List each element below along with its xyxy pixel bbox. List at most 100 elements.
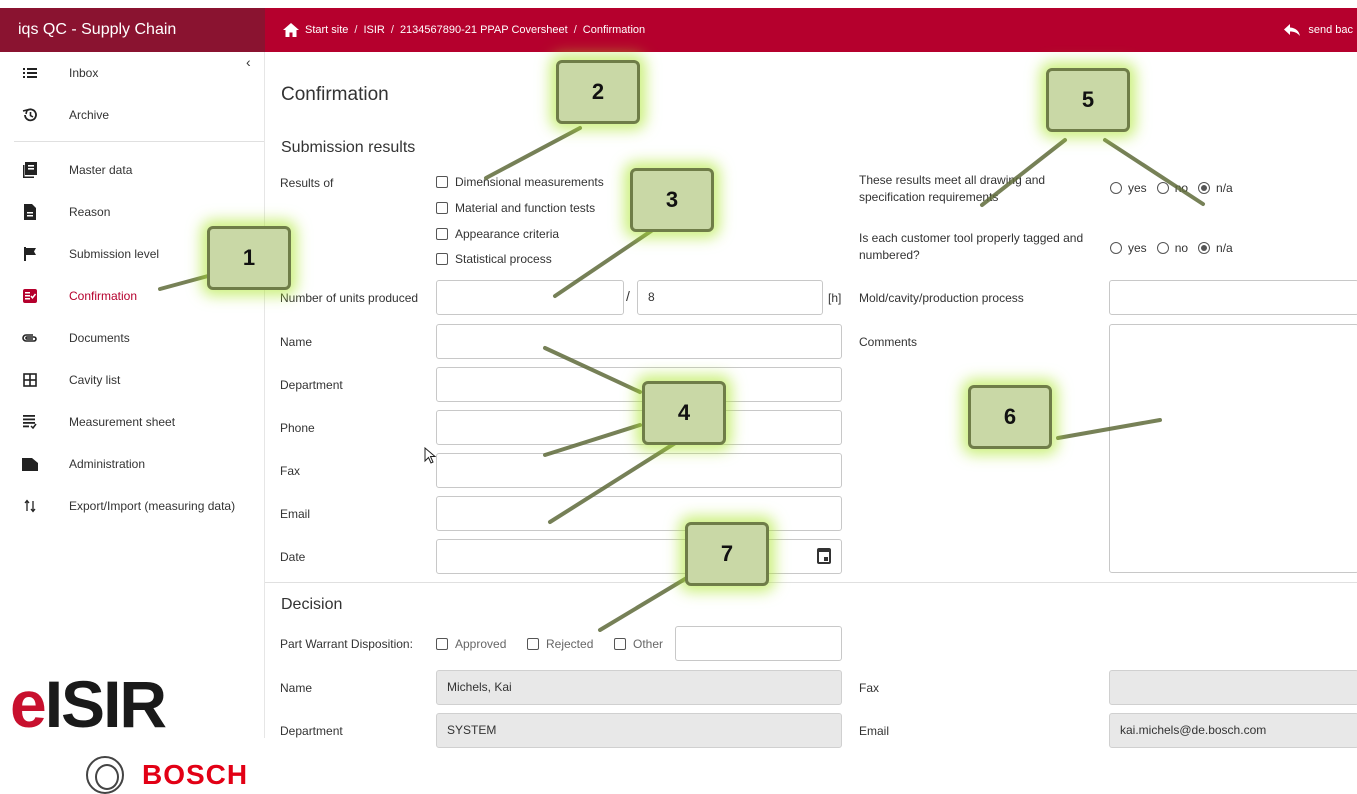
checkbox-material-function[interactable]: Material and function tests: [436, 201, 595, 215]
sidebar-item-label: Confirmation: [69, 289, 138, 303]
sidebar-item-label: Administration: [69, 457, 146, 471]
checkbox-appearance[interactable]: Appearance criteria: [436, 227, 559, 241]
sidebar-item-label: Master data: [69, 163, 133, 177]
other-input[interactable]: [675, 626, 842, 661]
submission-results-title: Submission results: [281, 139, 416, 156]
send-back-button[interactable]: send bac: [1284, 8, 1357, 52]
breadcrumb-separator: /: [354, 24, 358, 36]
decision-fax-field: [1109, 670, 1357, 705]
page-title: Confirmation: [281, 84, 389, 105]
sidebar-item-label: Cavity list: [69, 373, 121, 387]
units-separator: /: [626, 288, 630, 304]
date-input[interactable]: [436, 539, 842, 574]
callout-2: 2: [556, 60, 640, 124]
import-export-icon: [22, 498, 38, 514]
units-produced-input[interactable]: [436, 280, 624, 315]
hours-unit: [h]: [828, 291, 842, 305]
name-input[interactable]: [436, 324, 842, 359]
results-of-label: Results of: [280, 176, 334, 190]
home-icon[interactable]: [283, 23, 299, 37]
callout-5: 5: [1046, 68, 1130, 132]
breadcrumb: Start site / ISIR / 2134567890-21 PPAP C…: [283, 8, 645, 52]
sidebar-item-measurement-sheet[interactable]: Measurement sheet: [0, 401, 265, 443]
list-icon: [22, 65, 38, 81]
sidebar-item-archive[interactable]: Archive: [0, 94, 265, 136]
calendar-icon[interactable]: [817, 548, 831, 564]
sidebar-item-cavity-list[interactable]: Cavity list: [0, 359, 265, 401]
top-bar: iqs QC - Supply Chain Start site / ISIR …: [0, 8, 1357, 52]
mold-input[interactable]: [1109, 280, 1357, 315]
radio-na[interactable]: [1198, 242, 1211, 254]
department-input[interactable]: [436, 367, 842, 402]
breadcrumb-start-site[interactable]: Start site: [305, 8, 348, 52]
sidebar-item-label: Reason: [69, 205, 111, 219]
decision-name-field: Michels, Kai: [436, 670, 842, 705]
checkbox-other[interactable]: Other: [614, 637, 663, 651]
hours-input[interactable]: 8: [637, 280, 823, 315]
comments-textarea[interactable]: [1109, 324, 1357, 573]
email-input[interactable]: [436, 496, 842, 531]
breadcrumb-separator: /: [390, 24, 394, 36]
eisir-bosch-logo: eISIR BOSCH: [8, 662, 258, 794]
eisir-logo: eISIR: [10, 667, 167, 741]
sidebar-item-documents[interactable]: Documents: [0, 317, 265, 359]
warrant-label: Part Warrant Disposition:: [280, 637, 413, 651]
breadcrumb-separator: /: [573, 24, 577, 36]
sheet-icon: [22, 414, 38, 430]
phone-input[interactable]: [436, 410, 842, 445]
units-label: Number of units produced: [280, 291, 419, 305]
tool-radio-group[interactable]: yes no n/a: [1110, 241, 1233, 255]
requirements-question: These results meet all drawing and speci…: [859, 173, 1046, 204]
checkbox-approved[interactable]: Approved: [436, 637, 506, 651]
callout-4: 4: [642, 381, 726, 445]
sidebar-item-label: Measurement sheet: [69, 415, 176, 429]
sidebar-item-export-import[interactable]: Export/Import (measuring data): [0, 485, 265, 527]
main-content: Confirmation Submission results Results …: [265, 52, 1357, 748]
bosch-armature-icon: [86, 756, 124, 794]
reply-icon: [1284, 24, 1301, 36]
bosch-logo: BOSCH: [86, 756, 248, 794]
sidebar-item-administration[interactable]: Administration: [0, 443, 265, 485]
comments-label: Comments: [859, 335, 918, 349]
checkbox-statistical[interactable]: Statistical process: [436, 252, 552, 266]
sidebar-item-label: Inbox: [69, 66, 99, 80]
checkbox-rejected[interactable]: Rejected: [527, 637, 593, 651]
grid-icon: [22, 372, 38, 388]
mouse-cursor-icon: [424, 446, 438, 470]
tool-question: Is each customer tool properly tagged an…: [859, 231, 1084, 262]
paperclip-icon: [22, 330, 38, 346]
decision-fax-label: Fax: [859, 681, 880, 695]
sidebar-item-label: Documents: [69, 331, 130, 345]
decision-title: Decision: [281, 596, 343, 613]
sidebar-item-inbox[interactable]: Inbox: [0, 52, 265, 94]
name-label: Name: [280, 335, 313, 349]
sidebar-item-master-data[interactable]: Master data: [0, 149, 265, 191]
decision-department-label: Department: [280, 724, 343, 738]
breadcrumb-current: Confirmation: [582, 24, 646, 36]
breadcrumb-isir[interactable]: ISIR: [363, 8, 384, 52]
callout-7: 7: [685, 522, 769, 586]
folder-icon: [22, 456, 38, 472]
sidebar-divider: [14, 141, 264, 142]
callout-3: 3: [630, 168, 714, 232]
phone-label: Phone: [280, 421, 315, 435]
radio-yes[interactable]: [1110, 182, 1122, 194]
callout-6: 6: [968, 385, 1052, 449]
radio-na[interactable]: [1198, 182, 1211, 194]
requirements-radio-group[interactable]: yes no n/a: [1110, 181, 1233, 195]
decision-department-field: SYSTEM: [436, 713, 842, 748]
checkbox-dimensional[interactable]: Dimensional measurements: [436, 175, 604, 189]
history-icon: [22, 107, 38, 123]
sidebar-item-label: Archive: [69, 108, 110, 122]
breadcrumb-ppap[interactable]: 2134567890-21 PPAP Coversheet: [400, 8, 568, 52]
decision-name-label: Name: [280, 681, 313, 695]
radio-no[interactable]: [1156, 242, 1169, 254]
fax-input[interactable]: [436, 453, 842, 488]
confirm-list-icon: [22, 288, 38, 304]
library-icon: [22, 162, 38, 178]
app-title: iqs QC - Supply Chain: [0, 8, 265, 52]
radio-no[interactable]: [1156, 182, 1169, 194]
date-label: Date: [280, 550, 306, 564]
radio-yes[interactable]: [1110, 242, 1122, 254]
decision-email-field: kai.michels@de.bosch.com: [1109, 713, 1357, 748]
